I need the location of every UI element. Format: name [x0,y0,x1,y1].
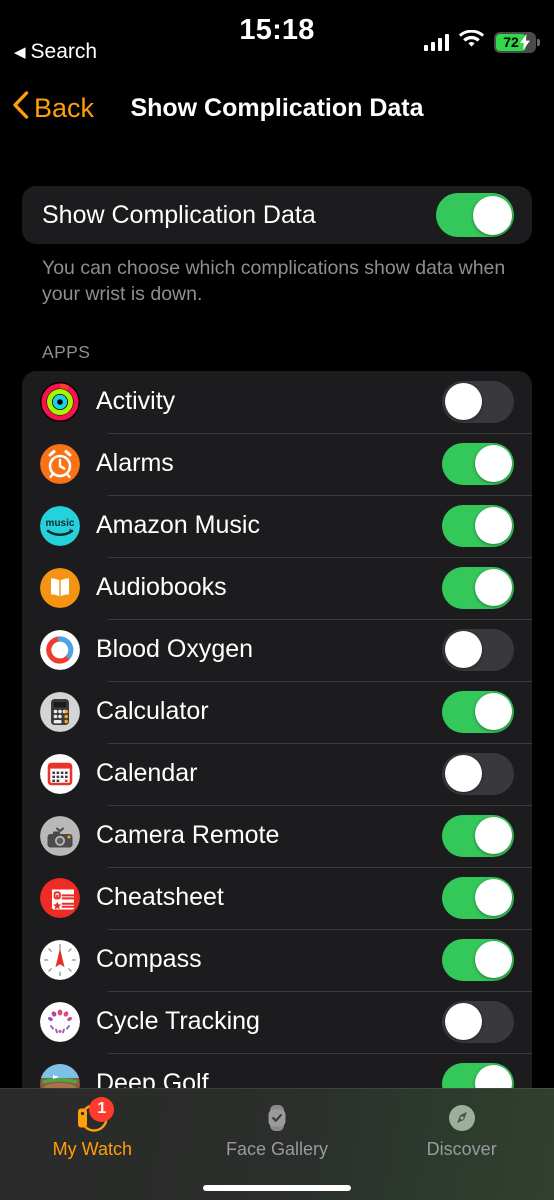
alarm-clock-icon [40,443,80,484]
app-row-toggle[interactable] [442,752,514,795]
app-row[interactable]: Audiobooks [22,556,532,619]
app-row-label: Cheatsheet [96,883,224,912]
app-row[interactable]: Alarms [22,432,532,495]
tab-discover-label: Discover [426,1138,497,1159]
back-to-app-label: Search [30,40,98,63]
tab-my-watch-label: My Watch [52,1138,132,1159]
app-row-toggle[interactable] [442,380,514,423]
app-row-label: Blood Oxygen [96,635,254,664]
activity-rings-icon [40,381,80,422]
app-row[interactable]: Cycle Tracking [22,990,532,1053]
amazon-music-icon: music [40,505,80,546]
app-row-label: Activity [96,387,176,416]
my-watch-badge: 1 [89,1096,115,1122]
app-row-label: Compass [96,945,202,974]
app-row-label: Cycle Tracking [96,1007,260,1036]
show-complication-data-row[interactable]: Show Complication Data [22,186,532,244]
section-header-apps: APPS [42,341,91,362]
svg-text:music: music [46,518,75,529]
watch-icon: 1 [74,1096,115,1135]
tab-face-gallery-label: Face Gallery [225,1138,329,1159]
cheatsheet-icon [40,877,80,918]
apps-list: Activity Alarms music Amazon Music Audio… [22,370,532,1115]
app-row[interactable]: Compass [22,928,532,991]
back-triangle-icon: ◀ [14,43,26,61]
app-row[interactable]: Blood Oxygen [22,618,532,681]
app-row[interactable]: Calendar [22,742,532,805]
app-row[interactable]: Activity [22,371,532,433]
watch-check-icon [259,1101,295,1135]
app-row-label: Calendar [96,759,198,788]
footnote-text: You can choose which complications show … [42,257,506,305]
app-row-toggle[interactable] [442,690,514,733]
app-row-label: Audiobooks [96,573,227,602]
battery-charging-bolt-icon [520,33,531,54]
app-row[interactable]: Cheatsheet [22,866,532,929]
navigation-bar: Back Show Complication Data [0,82,554,134]
tab-discover[interactable]: Discover [369,1089,554,1171]
wifi-icon [459,29,484,54]
compass-icon [40,939,80,980]
settings-content: Show Complication Data You can choose wh… [0,134,554,1200]
iphone-watch-app-screen: 15:18 ◀ Search 72 Back Show Complication… [0,0,554,1200]
app-row-toggle[interactable] [442,628,514,671]
app-row-toggle[interactable] [442,566,514,609]
calculator-icon [40,691,80,732]
home-indicator [203,1185,351,1191]
battery-icon: 72 [494,31,540,54]
main-setting-label: Show Complication Data [42,200,316,229]
app-row[interactable]: Calculator [22,680,532,743]
app-row-label: Alarms [96,449,174,478]
tab-face-gallery[interactable]: Face Gallery [185,1089,370,1171]
app-row-toggle[interactable] [442,814,514,857]
cycle-tracking-icon [40,1001,80,1042]
cellular-signal-icon [423,33,449,51]
app-row-label: Amazon Music [96,511,260,540]
status-bar: 15:18 ◀ Search 72 [0,0,554,72]
tab-bar: 1 My Watch Face Gallery Discover [0,1088,554,1200]
app-row-toggle[interactable] [442,442,514,485]
compass-tab-icon [444,1101,480,1135]
main-setting-card: Show Complication Data [22,186,532,244]
app-row[interactable]: music Amazon Music [22,494,532,557]
blood-oxygen-icon [40,629,80,670]
audiobooks-icon [40,567,80,608]
page-title: Show Complication Data [130,93,424,122]
app-row-toggle[interactable] [442,1000,514,1043]
app-row-toggle[interactable] [442,876,514,919]
app-row-toggle[interactable] [442,504,514,547]
show-complication-data-toggle[interactable] [436,193,514,237]
app-row-label: Camera Remote [96,821,280,850]
app-row-label: Calculator [96,697,209,726]
calendar-icon [40,753,80,794]
tab-my-watch[interactable]: 1 My Watch [0,1089,185,1171]
app-row[interactable]: Camera Remote [22,804,532,867]
app-row-toggle[interactable] [442,938,514,981]
camera-remote-icon [40,815,80,856]
back-to-search-indicator[interactable]: ◀ Search [14,40,97,64]
status-bar-indicators: 72 [423,29,540,54]
